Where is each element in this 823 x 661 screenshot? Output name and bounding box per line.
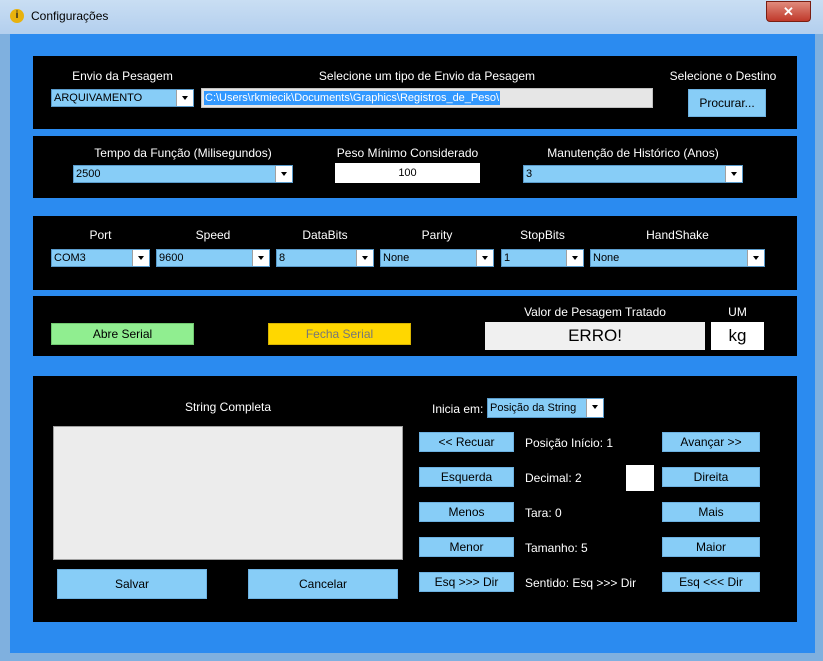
envio-value: ARQUIVAMENTO (54, 92, 143, 104)
parity-value: None (383, 252, 410, 264)
handshake-label: HandShake (646, 228, 709, 242)
menos-button[interactable]: Menos (419, 502, 514, 522)
envio-panel: Envio da Pesagem ARQUIVAMENTO Selecione … (33, 56, 797, 129)
parity-label: Parity (421, 228, 453, 242)
tara-text: Tara: 0 (525, 506, 562, 520)
procurar-button[interactable]: Procurar... (688, 89, 766, 117)
tempo-value: 2500 (76, 168, 101, 180)
speed-label: Speed (195, 228, 231, 242)
dir-esq-button[interactable]: Esq <<< Dir (662, 572, 760, 592)
tamanho-text: Tamanho: 5 (525, 541, 588, 555)
parity-combo[interactable]: None (380, 249, 494, 267)
abre-serial-button[interactable]: Abre Serial (51, 323, 194, 345)
mais-button[interactable]: Mais (662, 502, 760, 522)
speed-combo[interactable]: 9600 (156, 249, 270, 267)
stopbits-value: 1 (504, 252, 511, 264)
envio-combo[interactable]: ARQUIVAMENTO (51, 89, 194, 107)
handshake-value: None (593, 252, 620, 264)
path-value: C:\Users\rkmiecik\Documents\Graphics\Reg… (204, 91, 501, 105)
chevron-down-icon[interactable] (176, 90, 193, 106)
valor-display: ERRO! (485, 322, 705, 350)
window-title: Configurações (31, 9, 109, 23)
databits-label: DataBits (302, 228, 348, 242)
esquerda-button[interactable]: Esquerda (419, 467, 514, 487)
envio-label: Envio da Pesagem (72, 69, 173, 83)
esq-dir-button[interactable]: Esq >>> Dir (419, 572, 514, 592)
port-value: COM3 (54, 252, 86, 264)
string-completa-textbox[interactable] (53, 426, 403, 560)
peso-label: Peso Mínimo Considerado (336, 146, 479, 160)
configuracoes-window: i Configurações ✕ Envio da Pesagem ARQUI… (0, 0, 823, 661)
sentido-text: Sentido: Esq >>> Dir (525, 576, 637, 590)
inicia-value: Posição da String (490, 402, 577, 414)
chevron-down-icon[interactable] (252, 250, 269, 266)
inicia-combo[interactable]: Posição da String (487, 398, 604, 418)
stopbits-label: StopBits (520, 228, 565, 242)
tempo-combo[interactable]: 2500 (73, 165, 293, 183)
posicao-inicio-text: Posição Início: 1 (525, 436, 614, 450)
destino-label: Selecione o Destino (669, 69, 777, 83)
port-combo[interactable]: COM3 (51, 249, 150, 267)
historico-value: 3 (526, 168, 533, 180)
chevron-down-icon[interactable] (586, 399, 603, 417)
recuar-button[interactable]: << Recuar (419, 432, 514, 452)
funcao-panel: Tempo da Função (Milisegundos) 2500 Peso… (33, 136, 797, 198)
avancar-button[interactable]: Avançar >> (662, 432, 760, 452)
cancelar-button[interactable]: Cancelar (248, 569, 398, 599)
speed-value: 9600 (159, 252, 184, 264)
title-bar: i Configurações ✕ (0, 0, 823, 34)
inicia-label: Inicia em: (432, 402, 484, 416)
decimal-indicator (626, 465, 654, 491)
chevron-down-icon[interactable] (275, 166, 292, 182)
app-icon: i (10, 9, 24, 23)
maior-button[interactable]: Maior (662, 537, 760, 557)
tipo-envio-label: Selecione um tipo de Envio da Pesagem (318, 69, 536, 83)
string-completa-label: String Completa (184, 400, 272, 414)
fecha-serial-button[interactable]: Fecha Serial (268, 323, 411, 345)
close-button[interactable]: ✕ (766, 1, 811, 22)
path-field[interactable]: C:\Users\rkmiecik\Documents\Graphics\Reg… (201, 88, 653, 108)
menor-button[interactable]: Menor (419, 537, 514, 557)
string-panel: String Completa Salvar Cancelar Inicia e… (33, 376, 797, 622)
salvar-button[interactable]: Salvar (57, 569, 207, 599)
decimal-text: Decimal: 2 (525, 471, 582, 485)
port-label: Port (89, 228, 112, 242)
direita-button[interactable]: Direita (662, 467, 760, 487)
historico-label: Manutenção de Histórico (Anos) (547, 146, 719, 160)
peso-input[interactable]: 100 (335, 163, 480, 183)
valor-label: Valor de Pesagem Tratado (524, 305, 666, 319)
handshake-combo[interactable]: None (590, 249, 765, 267)
tempo-label: Tempo da Função (Milisegundos) (94, 146, 272, 160)
chevron-down-icon[interactable] (725, 166, 742, 182)
serial-panel: Port COM3 Speed 9600 DataBits 8 Parity N… (33, 216, 797, 290)
status-panel: Abre Serial Fecha Serial Valor de Pesage… (33, 296, 797, 356)
client-area: Envio da Pesagem ARQUIVAMENTO Selecione … (10, 34, 815, 653)
chevron-down-icon[interactable] (132, 250, 149, 266)
databits-combo[interactable]: 8 (276, 249, 374, 267)
chevron-down-icon[interactable] (356, 250, 373, 266)
chevron-down-icon[interactable] (747, 250, 764, 266)
stopbits-combo[interactable]: 1 (501, 249, 584, 267)
um-display: kg (711, 322, 764, 350)
historico-combo[interactable]: 3 (523, 165, 743, 183)
um-label: UM (728, 305, 747, 319)
chevron-down-icon[interactable] (476, 250, 493, 266)
databits-value: 8 (279, 252, 286, 264)
chevron-down-icon[interactable] (566, 250, 583, 266)
